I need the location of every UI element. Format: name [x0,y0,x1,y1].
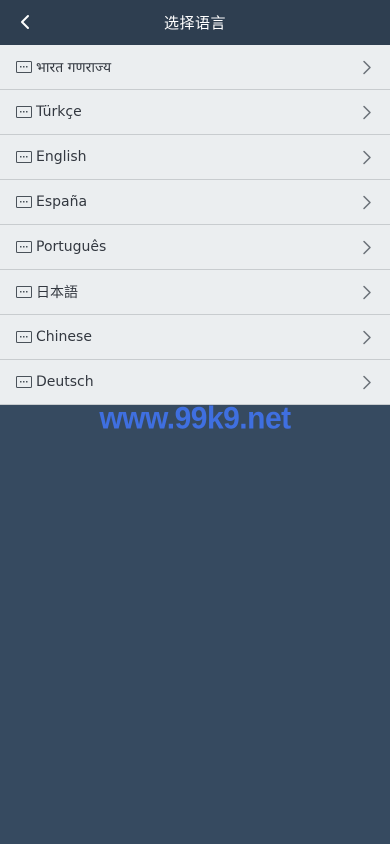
keyboard-icon [16,286,32,298]
language-item-japanese[interactable]: 日本語 [0,270,390,315]
chevron-right-icon [363,150,371,165]
keyboard-icon [16,241,32,253]
language-item-german[interactable]: Deutsch [0,360,390,405]
language-item-english[interactable]: English [0,135,390,180]
language-label: Português [36,239,107,255]
language-label: Deutsch [36,374,94,390]
chevron-right-icon [363,285,371,300]
chevron-right-icon [363,330,371,345]
language-item-chinese[interactable]: Chinese [0,315,390,360]
keyboard-icon [16,61,32,73]
language-label: 日本語 [36,285,78,301]
language-item-hindi[interactable]: भारत गणराज्य [0,45,390,90]
header-bar: 选择语言 [0,0,390,45]
language-item-turkish[interactable]: Türkçe [0,90,390,135]
chevron-right-icon [363,195,371,210]
language-label: Chinese [36,329,92,345]
language-item-spanish[interactable]: España [0,180,390,225]
chevron-right-icon [363,240,371,255]
chevron-left-icon [21,15,29,29]
keyboard-icon [16,376,32,388]
chevron-right-icon [363,105,371,120]
back-button[interactable] [10,7,40,37]
page-title: 选择语言 [163,14,226,32]
language-label: भारत गणराज्य [36,59,112,76]
keyboard-icon [16,106,32,118]
language-label: España [36,194,88,210]
language-label: English [36,149,87,165]
language-label: Türkçe [36,104,82,120]
keyboard-icon [16,151,32,163]
language-list: भारत गणराज्य Türkçe English España Portu… [0,45,390,405]
chevron-right-icon [363,375,371,390]
keyboard-icon [16,331,32,343]
keyboard-icon [16,196,32,208]
language-item-portuguese[interactable]: Português [0,225,390,270]
watermark-text: www.99k9.net [99,401,291,436]
chevron-right-icon [363,60,371,75]
